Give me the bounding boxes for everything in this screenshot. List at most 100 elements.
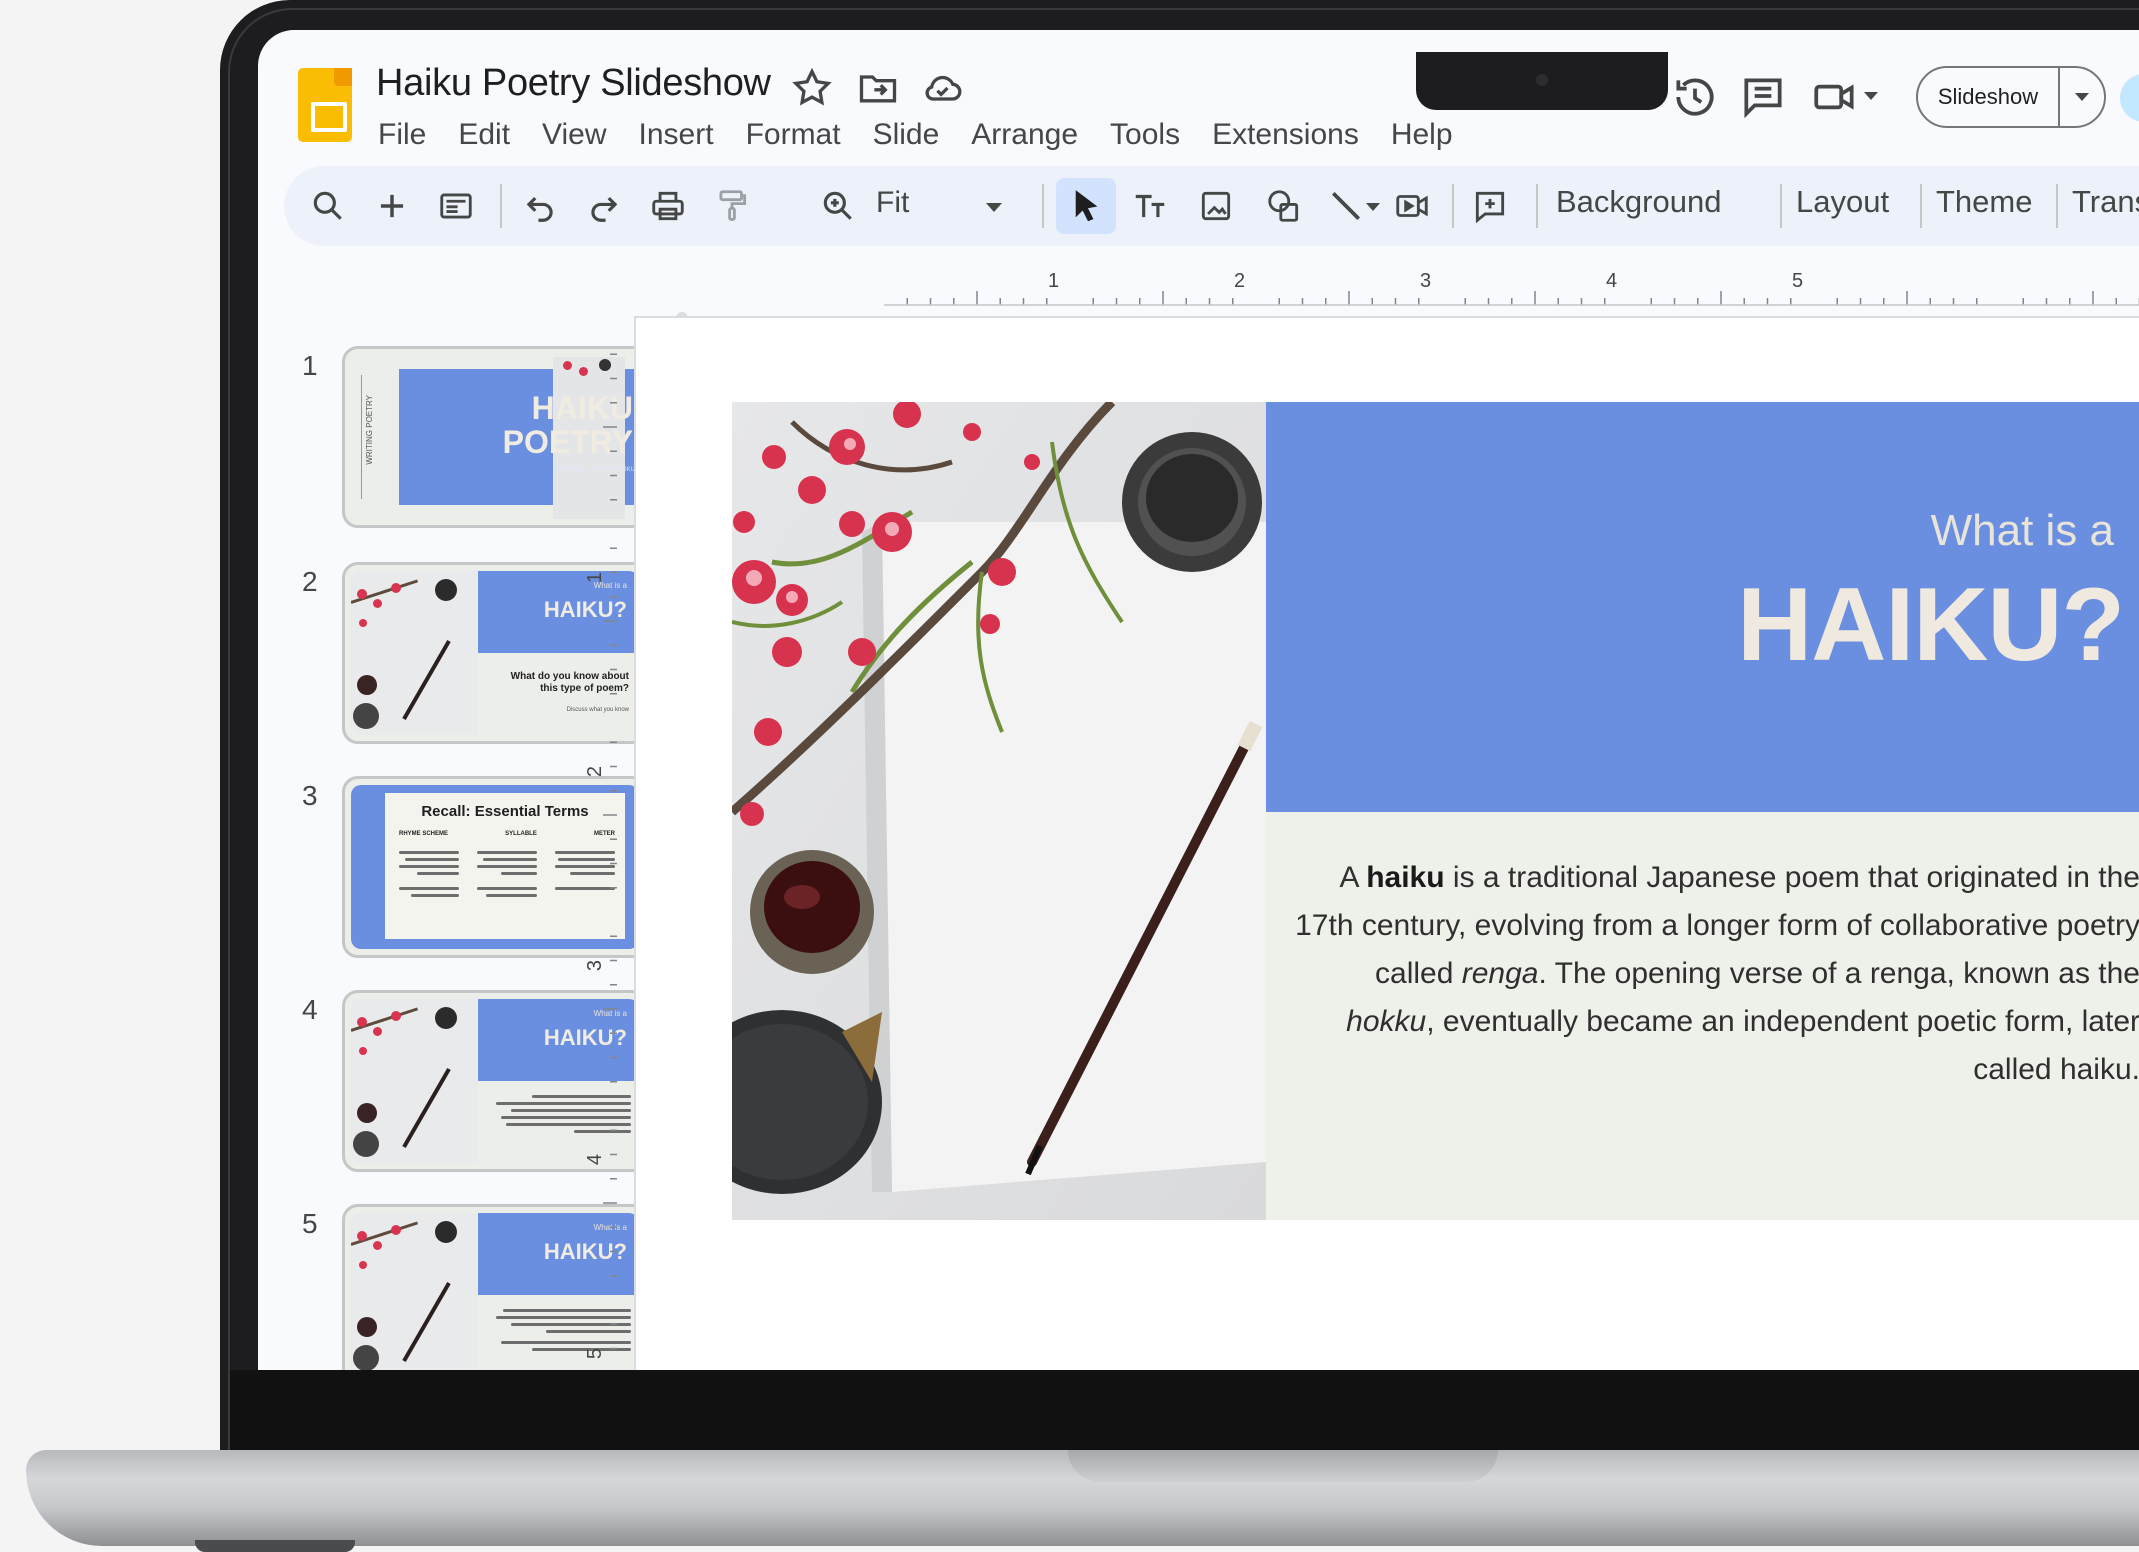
ruler-ticks [603,353,617,1350]
menu-edit[interactable]: Edit [442,112,526,158]
body-text-run: A [1339,861,1367,894]
body-text-italic: renga [1461,957,1539,990]
menu-extensions[interactable]: Extensions [1196,112,1375,158]
search-menus-icon[interactable] [304,182,352,230]
ruler-label: 4 [1606,270,1618,292]
laptop-opening-notch [1068,1450,1498,1482]
version-history-icon[interactable] [1670,72,1720,122]
menu-arrange[interactable]: Arrange [955,112,1094,158]
background-button[interactable]: Background [1556,184,1721,220]
share-button[interactable] [2120,74,2139,122]
toolbar-divider [1780,184,1782,228]
body-text-run: , eventually became an independent poeti… [1426,1005,2139,1086]
slideshow-button-group: Slideshow [1916,66,2106,128]
undo-icon[interactable] [516,182,564,230]
body-text-bold: haiku [1366,861,1445,894]
ruler-label: 1 [584,571,607,584]
toolbar-divider [1452,184,1454,228]
vertical-ruler[interactable]: 1 2 3 4 5 [584,330,618,1370]
layout-button[interactable]: Layout [1796,184,1889,220]
cloud-saved-icon[interactable] [920,66,964,110]
document-title[interactable]: Haiku Poetry Slideshow [376,62,771,105]
menu-view[interactable]: View [526,112,622,158]
ruler-label: 5 [1792,270,1804,292]
redo-icon[interactable] [580,182,628,230]
camera-notch [1416,52,1668,110]
thumb-column-heading: SYLLABLE [505,831,537,837]
menu-insert[interactable]: Insert [623,112,730,158]
line-icon[interactable] [1322,182,1370,230]
camera-icon [1536,74,1548,86]
zoom-icon[interactable] [814,182,862,230]
current-slide[interactable]: What is a HAIKU? A haiku is a traditiona… [732,402,2139,1220]
star-icon[interactable] [790,66,834,110]
slide-title[interactable]: HAIKU? [1737,566,2125,685]
body-text-italic: hokku [1346,1005,1427,1038]
slide-number: 3 [302,780,318,811]
text-box-icon[interactable] [1126,182,1174,230]
transition-button[interactable]: Transitio [2072,184,2139,220]
toolbar-divider [1042,184,1044,228]
insert-video-icon[interactable] [1388,182,1436,230]
slide-number: 4 [302,994,318,1025]
ruler-label: 5 [584,1347,607,1360]
ruler-label: 3 [1420,270,1432,292]
slide-number: 5 [302,1208,318,1239]
thumb-photo [351,1213,478,1370]
chevron-down-icon[interactable] [1366,203,1380,211]
thumb-rule [361,375,362,499]
thumb-photo [351,999,478,1163]
menu-file[interactable]: File [378,112,442,158]
ruler-label: 3 [584,959,607,972]
ruler-ticks [884,291,2139,306]
meet-camera-icon[interactable] [1810,72,1860,122]
ruler-label: 2 [584,765,607,778]
new-slide-icon[interactable] [368,182,416,230]
comments-icon[interactable] [1738,72,1788,122]
thumb-photo [351,571,478,735]
slide-number: 2 [302,566,318,597]
body-text-run: . The opening verse of a renga, known as… [1538,957,2139,990]
chevron-down-icon[interactable] [986,203,1002,212]
menu-slide[interactable]: Slide [857,112,956,158]
zoom-select[interactable]: Fit [876,186,909,220]
ruler-label: 1 [1048,270,1060,292]
theme-button[interactable]: Theme [1936,184,2032,220]
chevron-down-icon [2075,93,2089,101]
add-comment-icon[interactable] [1466,182,1514,230]
slides-logo-icon[interactable] [298,68,352,142]
slide-photo[interactable] [732,402,1266,1220]
ruler-label: 2 [1234,270,1246,292]
toolbar-divider [1536,184,1538,228]
slideshow-dropdown-button[interactable] [2060,68,2104,126]
menu-tools[interactable]: Tools [1094,112,1196,158]
menu-bar: File Edit View Insert Format Slide Arran… [378,112,1469,158]
print-icon[interactable] [644,182,692,230]
slide-title-block[interactable]: What is a HAIKU? [1266,402,2139,812]
toolbar-divider [1920,184,1922,228]
thumb-columns: RHYME SCHEME SYLLABLE METER [399,831,615,837]
paint-format-icon[interactable] [708,182,756,230]
select-tool-icon[interactable] [1056,178,1116,234]
thumb-column-heading: RHYME SCHEME [399,831,449,837]
new-slide-layout-icon[interactable] [432,182,480,230]
move-to-folder-icon[interactable] [856,66,900,110]
ruler-label: 4 [584,1153,607,1166]
insert-image-icon[interactable] [1192,182,1240,230]
shape-icon[interactable] [1260,182,1308,230]
menu-help[interactable]: Help [1375,112,1469,158]
toolbar-divider [2056,184,2058,228]
slide-number: 1 [302,350,318,381]
chevron-down-icon[interactable] [1864,92,1878,100]
laptop-foot [195,1540,355,1552]
slideshow-button[interactable]: Slideshow [1918,68,2060,126]
slide-editor-canvas[interactable]: What is a HAIKU? A haiku is a traditiona… [634,316,2139,1370]
thumb-side-label: WRITING POETRY [365,395,374,465]
thumb-columns-text [399,847,615,897]
slide-body-text[interactable]: A haiku is a traditional Japanese poem t… [1292,854,2139,1094]
slide-subtitle[interactable]: What is a [1931,506,2114,556]
horizontal-ruler[interactable]: 1 2 3 4 5 [884,270,2139,306]
toolbar-divider [500,184,502,228]
menu-format[interactable]: Format [730,112,857,158]
toolbar: Fit Background Layout Theme Tran [284,166,2139,246]
